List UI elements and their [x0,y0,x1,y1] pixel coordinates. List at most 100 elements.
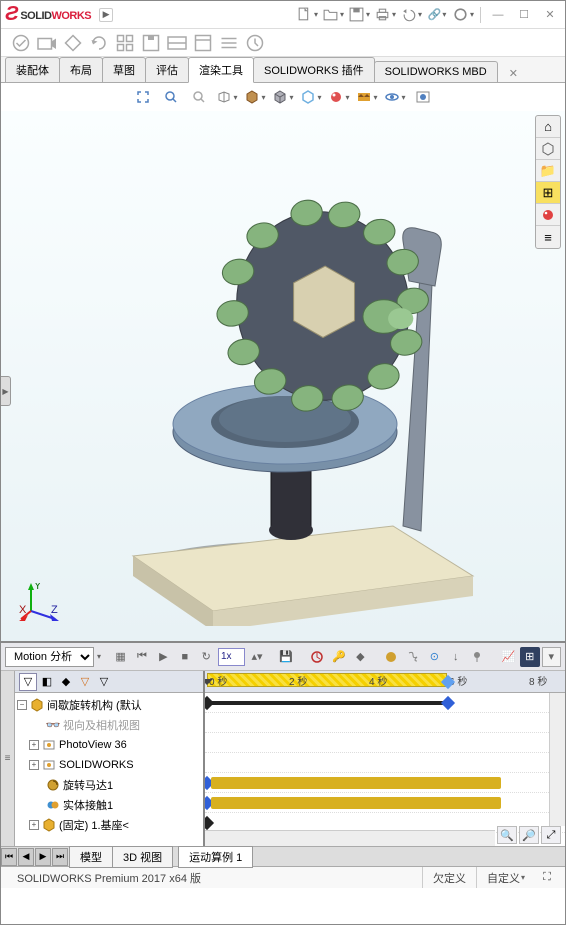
collapse-motion-button[interactable]: ▾ [542,647,561,667]
tab-render-tools[interactable]: 渲染工具 [188,57,254,83]
keyframe[interactable] [205,816,214,830]
zoom-in-icon[interactable]: 🔍 [497,826,517,844]
timeline-ruler[interactable]: 0 秒 2 秒 4 秒 6 秒 8 秒 [205,671,565,693]
zoom-to-area-icon[interactable] [158,86,184,108]
tab-sketch[interactable]: 草图 [102,57,146,82]
filter-anim-icon[interactable]: ◧ [38,673,56,691]
speed-up-icon[interactable]: ▴▾ [247,647,266,667]
view-settings-icon[interactable]: ▾ [382,86,408,108]
expand-icon[interactable]: − [17,700,27,710]
expand-icon[interactable]: + [29,820,39,830]
animation-wizard-icon[interactable] [308,647,327,667]
apply-scene-icon[interactable]: ▾ [354,86,380,108]
expand-icon[interactable]: + [29,760,39,770]
close-button[interactable]: ✕ [539,5,561,25]
mt-save-scene-icon[interactable] [139,32,163,54]
study-type-select[interactable]: Motion 分析 [5,647,94,667]
time-cursor[interactable] [205,679,213,691]
home-icon[interactable]: ⌂ [536,116,560,138]
filter-results-icon[interactable]: ▽ [95,673,113,691]
results-plot-button[interactable]: 📈 [499,647,518,667]
play-from-start-button[interactable]: ⏮ [132,647,151,667]
expand-icon[interactable]: + [29,740,39,750]
zoom-fit-icon[interactable]: ⤢ [541,826,561,844]
mt-diamond-icon[interactable] [61,32,85,54]
design-library-icon[interactable]: 📁 [536,160,560,182]
autokey-icon[interactable]: 🔑 [329,647,348,667]
active-range[interactable] [207,673,447,687]
view-orientation-icon[interactable]: ▾ [242,86,268,108]
keyframe[interactable] [205,696,214,710]
play-button[interactable]: ▶ [154,647,173,667]
scrollbar-vertical[interactable] [549,693,565,826]
filter-driving-icon[interactable]: ◆ [57,673,75,691]
scrollbar-horizontal[interactable] [205,830,495,846]
redo-button[interactable]: 🔗▾ [426,5,448,25]
track-bar[interactable] [207,701,447,705]
tab-prev-button[interactable]: ◀ [18,848,34,866]
mt-list-icon[interactable] [217,32,241,54]
mt-recent-icon[interactable] [243,32,267,54]
track-bar[interactable] [211,797,501,809]
rebuild-button[interactable]: ▾ [452,5,474,25]
force-button[interactable]: ↓ [446,647,465,667]
tree-root-assembly[interactable]: − 间歇旋转机构 (默认 [15,695,203,715]
contact-button[interactable]: ⊙ [425,647,444,667]
mt-window-icon[interactable] [191,32,215,54]
tree-solidworks-lights[interactable]: + SOLIDWORKS [15,755,203,775]
tab-3d-views[interactable]: 3D 视图 [112,846,173,868]
tab-motion-study-1[interactable]: 运动算例 1 [178,846,253,868]
mt-edit-render-icon[interactable] [9,32,33,54]
keyframe[interactable] [441,696,455,710]
playback-mode-button[interactable]: ↻ [197,647,216,667]
stop-button[interactable]: ■ [175,647,194,667]
edit-appearance-icon[interactable]: ▾ [326,86,352,108]
minimize-button[interactable]: — [487,5,509,25]
tab-next-button[interactable]: ▶ [35,848,51,866]
add-key-icon[interactable]: ◆ [351,647,370,667]
print-button[interactable]: ▾ [374,5,396,25]
tree-fixed-base[interactable]: + (固定) 1.基座< [15,815,203,835]
playback-speed-input[interactable]: 1x [218,648,245,666]
tree-rotary-motor[interactable]: 旋转马达1 [15,775,203,795]
mt-shelf-icon[interactable] [165,32,189,54]
zoom-to-fit-icon[interactable] [130,86,156,108]
gravity-button[interactable] [467,647,486,667]
motion-tree-handle[interactable]: ≡ [1,671,15,846]
tab-sw-addins[interactable]: SOLIDWORKS 插件 [253,57,375,82]
tab-evaluate[interactable]: 评估 [145,57,189,82]
tab-layout[interactable]: 布局 [59,57,103,82]
timeline-row[interactable] [205,793,565,813]
motion-study-props-button[interactable]: ⊞ [520,647,539,667]
calculate-button[interactable]: ▦ [111,647,130,667]
tree-solid-contact[interactable]: 实体接触1 [15,795,203,815]
tab-sw-mbd[interactable]: SOLIDWORKS MBD [374,61,498,82]
mt-camera-icon[interactable] [35,32,59,54]
tabs-collapse-button[interactable]: ✕ [503,65,524,82]
status-custom[interactable]: 自定义 ▾ [476,867,535,888]
maximize-button[interactable]: ☐ [513,5,535,25]
hide-show-icon[interactable]: ▾ [298,86,324,108]
tree-orientation-cameras[interactable]: 👓 视向及相机视图 [15,715,203,735]
viewport[interactable]: ▶ [1,111,565,641]
spring-button[interactable] [403,647,422,667]
play-macro-button[interactable]: ▶ [99,8,113,22]
filter-selected-icon[interactable]: ▽ [76,673,94,691]
mt-refresh-icon[interactable] [87,32,111,54]
save-animation-button[interactable]: 💾 [277,647,296,667]
mt-grid-icon[interactable] [113,32,137,54]
filter-icon[interactable]: ▽ [19,673,37,691]
file-explorer-icon[interactable]: ⊞ [536,182,560,204]
previous-view-icon[interactable] [186,86,212,108]
tab-model[interactable]: 模型 [69,846,113,868]
zoom-out-icon[interactable]: 🔎 [519,826,539,844]
display-style-icon[interactable]: ▾ [270,86,296,108]
motor-button[interactable] [382,647,401,667]
open-button[interactable]: ▾ [322,5,344,25]
save-button[interactable]: ▾ [348,5,370,25]
resources-cube-icon[interactable] [536,138,560,160]
undo-button[interactable]: ▾ [400,5,422,25]
status-maximize-icon[interactable]: ⛶ [535,870,559,886]
final-render-icon[interactable] [410,86,436,108]
tab-assembly[interactable]: 装配体 [5,57,60,82]
